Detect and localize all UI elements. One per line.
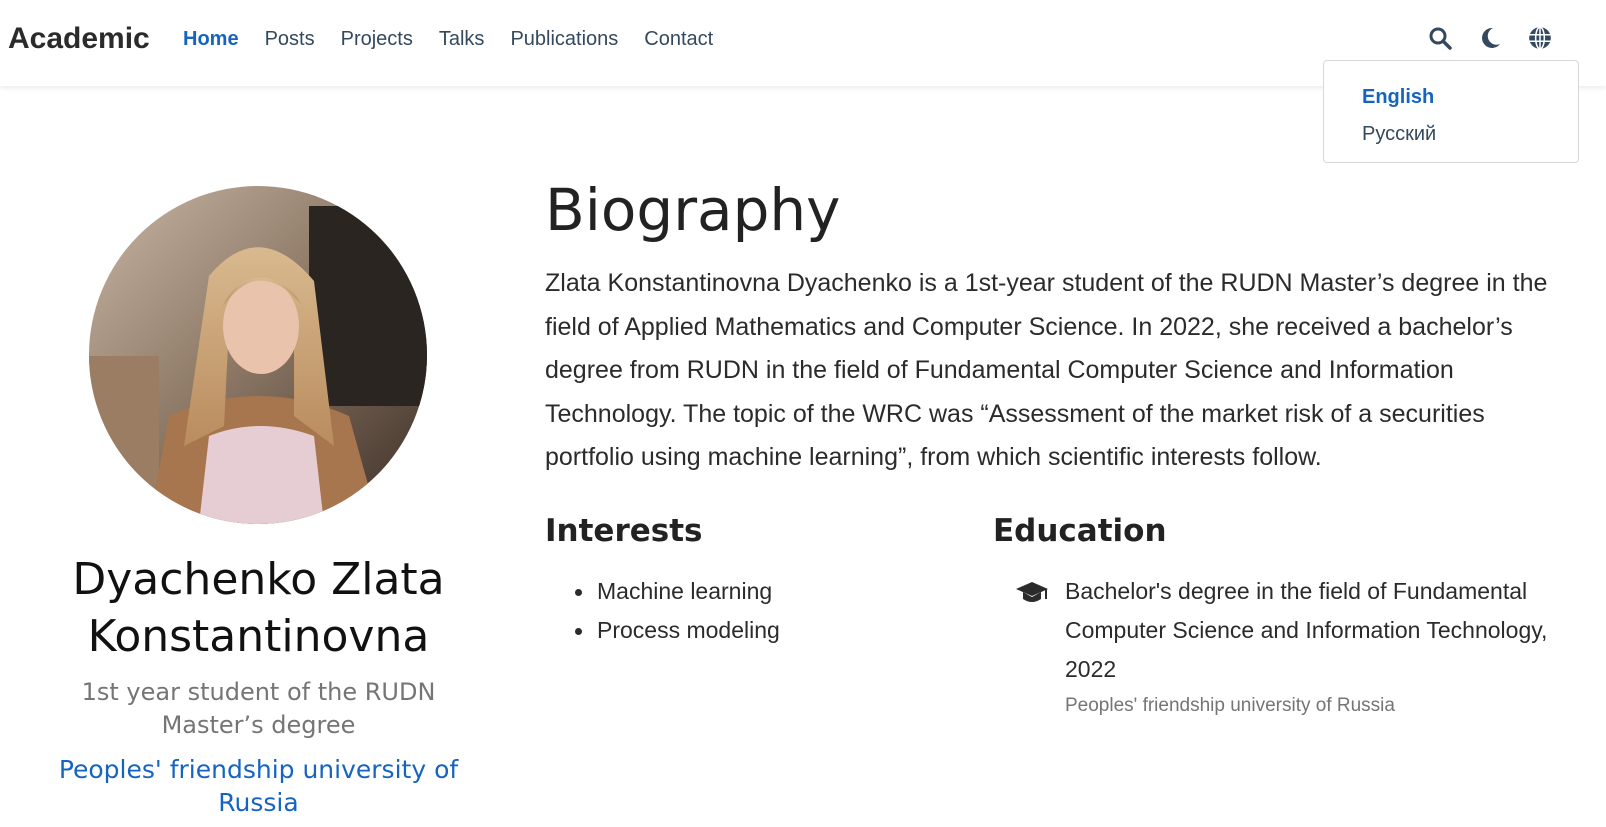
language-dropdown: English Русский	[1323, 60, 1579, 163]
list-item: Machine learning	[567, 572, 780, 611]
nav-link-contact[interactable]: Contact	[644, 28, 713, 51]
education-institution: Peoples' friendship university of Russia	[1065, 695, 1395, 716]
education-course: Bachelor's degree in the field of Fundam…	[1065, 578, 1548, 682]
education-heading: Education	[993, 513, 1167, 549]
biography-text: Zlata Konstantinovna Dyachenko is a 1st-…	[545, 269, 1548, 471]
profile-name: Dyachenko Zlata Konstantinovna	[72, 554, 445, 662]
nav-link-home[interactable]: Home	[183, 28, 239, 51]
nav-icon-group	[1426, 24, 1554, 52]
moon-icon[interactable]	[1476, 24, 1504, 52]
list-item: Process modeling	[567, 611, 780, 650]
nav-link-talks[interactable]: Talks	[439, 28, 485, 51]
interests-list: Machine learning Process modeling	[567, 572, 780, 650]
avatar	[89, 186, 427, 524]
language-option-russian[interactable]: Русский	[1324, 116, 1578, 153]
graduation-cap-icon	[1015, 580, 1049, 606]
nav-link-publications[interactable]: Publications	[510, 28, 618, 51]
site-brand[interactable]: Academic	[8, 22, 150, 56]
biography-heading: Biography	[545, 176, 841, 244]
globe-icon[interactable]	[1526, 24, 1554, 52]
profile-role: 1st year student of the RUDN Master’s de…	[81, 678, 436, 739]
search-icon[interactable]	[1426, 24, 1454, 52]
language-option-english[interactable]: English	[1324, 79, 1578, 116]
nav-link-posts[interactable]: Posts	[265, 28, 315, 51]
profile-organization-link[interactable]: Peoples' friendship university of Russia	[40, 753, 477, 819]
nav-link-projects[interactable]: Projects	[341, 28, 413, 51]
interests-heading: Interests	[545, 513, 703, 549]
main-nav: Home Posts Projects Talks Publications C…	[183, 28, 739, 51]
